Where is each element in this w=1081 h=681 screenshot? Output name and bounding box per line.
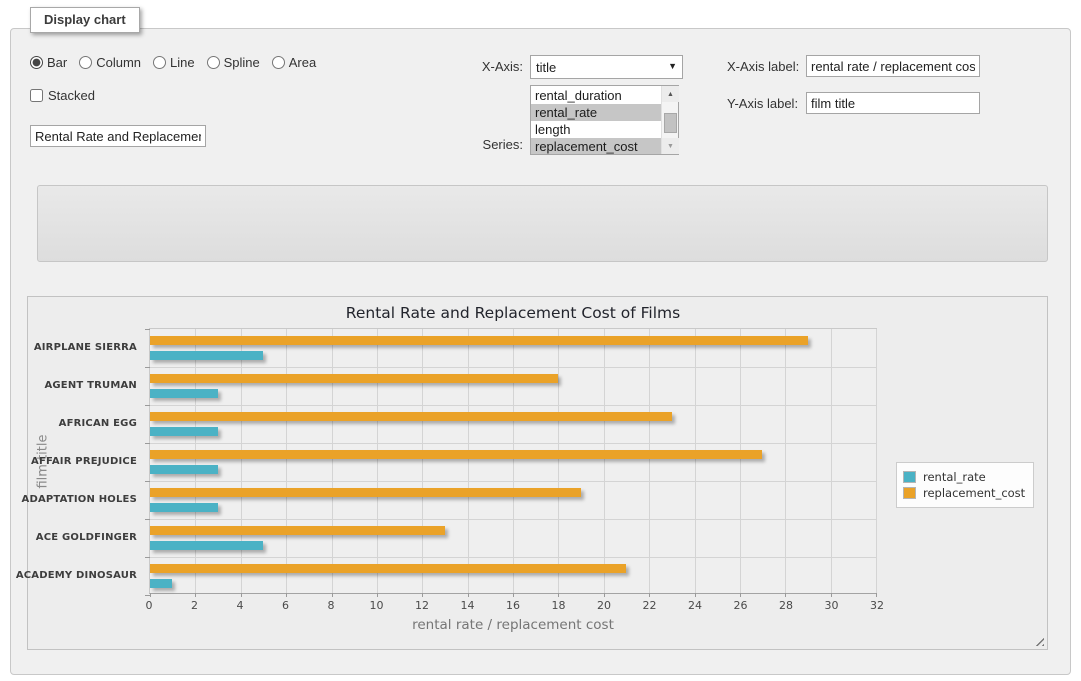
x-axis-label-field-label: X-Axis label: <box>727 59 799 74</box>
chart-legend-entries: rental_rate replacement_cost <box>903 470 1025 500</box>
legend-label: rental_rate <box>923 470 986 484</box>
chart-legend: rental_rate replacement_cost <box>896 462 1034 508</box>
x-tick-label: 2 <box>191 599 198 612</box>
resize-handle-icon[interactable] <box>1032 634 1044 646</box>
series-option-rental_duration[interactable]: rental_duration <box>531 87 661 104</box>
x-tick-label: 8 <box>328 599 335 612</box>
x-axis-title: rental rate / replacement cost <box>149 617 877 633</box>
x-tick-label: 24 <box>688 599 702 612</box>
legend-swatch <box>903 487 916 499</box>
chart-container: Rental Rate and Replacement Cost of Film… <box>27 296 1048 650</box>
bar-rental_rate <box>150 465 218 474</box>
chart-type-option-area[interactable]: Area <box>272 55 316 70</box>
series-option-length[interactable]: length <box>531 121 661 138</box>
bar-rental_rate <box>150 389 218 398</box>
bar-rental_rate <box>150 503 218 512</box>
chart-type-option-bar[interactable]: Bar <box>30 55 67 70</box>
x-tick-label: 10 <box>370 599 384 612</box>
series-option-rental_rate[interactable]: rental_rate <box>531 104 661 121</box>
y-category-label: AGENT TRUMAN <box>32 366 146 404</box>
y-category-label: AIRPLANE SIERRA <box>32 328 146 366</box>
x-axis-select-label: X-Axis: <box>440 59 523 74</box>
stacked-option[interactable]: Stacked <box>30 88 95 103</box>
chart-type-label: Column <box>96 55 141 70</box>
series-listbox-options: rental_durationrental_ratelengthreplacem… <box>531 86 661 154</box>
bar-replacement_cost <box>150 450 762 459</box>
series-option-replacement_cost[interactable]: replacement_cost <box>531 138 661 154</box>
series-listbox-scrollbar[interactable]: ▲ ▼ <box>661 86 678 154</box>
scroll-down-icon[interactable]: ▼ <box>662 138 679 154</box>
bar-replacement_cost <box>150 526 445 535</box>
y-category-label: ADAPTATION HOLES <box>32 480 146 518</box>
rows-panel: Start row: Number of rows: Go <box>37 185 1048 262</box>
x-tick-label: 30 <box>825 599 839 612</box>
chart-type-radio-area[interactable] <box>272 56 285 69</box>
chart-type-radio-line[interactable] <box>153 56 166 69</box>
chart-type-radio-column[interactable] <box>79 56 92 69</box>
bar-rental_rate <box>150 351 263 360</box>
x-tick-label: 28 <box>779 599 793 612</box>
x-tick-label: 4 <box>237 599 244 612</box>
chart-type-radio-group: Bar Column Line Spline Area <box>30 55 322 70</box>
chart-type-label: Bar <box>47 55 67 70</box>
x-tick-label: 16 <box>506 599 520 612</box>
y-category-label: ACE GOLDFINGER <box>32 518 146 556</box>
x-axis-select-wrap: title ▼ <box>530 55 683 79</box>
x-axis-label-input[interactable] <box>806 55 980 77</box>
bar-rental_rate <box>150 427 218 436</box>
panel-title: Display chart <box>30 7 140 33</box>
x-axis-select[interactable]: title <box>530 55 683 79</box>
x-tick-label: 6 <box>282 599 289 612</box>
y-category-labels: AIRPLANE SIERRAAGENT TRUMANAFRICAN EGGAF… <box>32 328 146 594</box>
series-listbox[interactable]: rental_durationrental_ratelengthreplacem… <box>530 85 679 155</box>
scroll-up-icon[interactable]: ▲ <box>662 86 679 102</box>
x-tick-label: 26 <box>734 599 748 612</box>
stacked-label: Stacked <box>48 88 95 103</box>
y-category-label: AFRICAN EGG <box>32 404 146 442</box>
chart-title: Rental Rate and Replacement Cost of Film… <box>149 304 877 322</box>
chart-type-label: Area <box>289 55 316 70</box>
scrollbar-thumb[interactable] <box>664 113 677 133</box>
bar-rental_rate <box>150 579 172 588</box>
x-tick-label: 0 <box>146 599 153 612</box>
series-listbox-label: Series: <box>440 137 523 152</box>
x-tick-label: 22 <box>643 599 657 612</box>
chart-title-input[interactable] <box>30 125 206 147</box>
legend-label: replacement_cost <box>923 486 1025 500</box>
y-axis-label-input[interactable] <box>806 92 980 114</box>
chart-type-option-column[interactable]: Column <box>79 55 141 70</box>
chart-type-option-spline[interactable]: Spline <box>207 55 260 70</box>
bar-replacement_cost <box>150 412 672 421</box>
x-tick-label: 18 <box>552 599 566 612</box>
chart-type-radio-bar[interactable] <box>30 56 43 69</box>
legend-swatch <box>903 471 916 483</box>
chart-type-label: Line <box>170 55 195 70</box>
legend-entry-rental_rate: rental_rate <box>903 470 1025 484</box>
x-tick-label: 12 <box>415 599 429 612</box>
x-tick-label: 20 <box>597 599 611 612</box>
bar-replacement_cost <box>150 488 581 497</box>
bar-replacement_cost <box>150 336 808 345</box>
y-category-label: AFFAIR PREJUDICE <box>32 442 146 480</box>
stacked-checkbox[interactable] <box>30 89 43 102</box>
chart-type-option-line[interactable]: Line <box>153 55 195 70</box>
bar-replacement_cost <box>150 564 626 573</box>
y-axis-label-field-label: Y-Axis label: <box>727 96 798 111</box>
legend-entry-replacement_cost: replacement_cost <box>903 486 1025 500</box>
x-tick-label: 14 <box>461 599 475 612</box>
bar-replacement_cost <box>150 374 558 383</box>
bar-rental_rate <box>150 541 263 550</box>
x-tick-labels: 02468101214161820222426283032 <box>149 599 877 613</box>
x-tick-label: 32 <box>870 599 884 612</box>
plot-area <box>149 328 877 594</box>
chart-type-radio-spline[interactable] <box>207 56 220 69</box>
chart-type-label: Spline <box>224 55 260 70</box>
y-category-label: ACADEMY DINOSAUR <box>32 556 146 594</box>
